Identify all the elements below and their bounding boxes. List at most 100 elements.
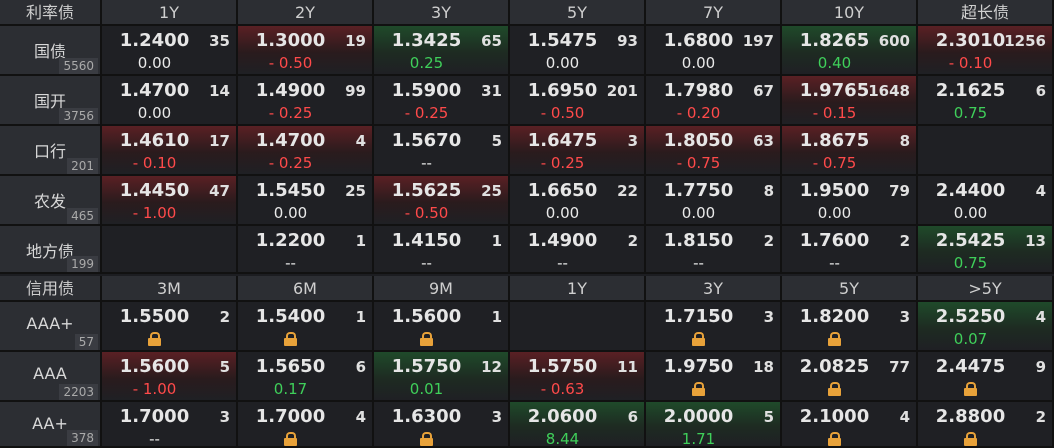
- change-value: - 0.10: [948, 54, 993, 72]
- rate_section-row-label[interactable]: 地方债 199: [0, 226, 102, 274]
- yield-value: 1.4900: [527, 230, 598, 251]
- volume-value: 9: [1035, 358, 1046, 376]
- quote-cell[interactable]: 1.5900 31 - 0.25: [374, 76, 510, 126]
- quote-cell[interactable]: 2.4475 9: [918, 352, 1054, 402]
- quote-cell[interactable]: 1.5670 5 --: [374, 126, 510, 176]
- credit_section-col-4[interactable]: 3Y: [646, 276, 782, 302]
- quote-cell[interactable]: 1.8050 63 - 0.75: [646, 126, 782, 176]
- yield-value: 1.6950: [527, 80, 598, 101]
- quote-cell[interactable]: 1.2400 35 0.00: [102, 26, 238, 76]
- credit_section-col-3[interactable]: 1Y: [510, 276, 646, 302]
- quote-cell[interactable]: 2.1000 4: [782, 402, 918, 448]
- quote-cell[interactable]: 1.7000 4: [238, 402, 374, 448]
- quote-cell[interactable]: 1.5400 1: [238, 302, 374, 352]
- rate_section-col-0[interactable]: 1Y: [102, 0, 238, 26]
- rate_section-col-1[interactable]: 2Y: [238, 0, 374, 26]
- volume-value: 22: [617, 182, 638, 200]
- credit_section-row-label[interactable]: AAA+ 57: [0, 302, 102, 352]
- rate_section-col-2[interactable]: 3Y: [374, 0, 510, 26]
- change-value: - 0.50: [404, 204, 449, 222]
- quote-cell[interactable]: 2.5425 13 0.75: [918, 226, 1054, 274]
- credit_section-col-6[interactable]: >5Y: [918, 276, 1054, 302]
- quote-cell[interactable]: 1.4450 47 - 1.00: [102, 176, 238, 226]
- quote-cell[interactable]: 1.5750 12 0.01: [374, 352, 510, 402]
- quote-cell[interactable]: 1.5450 25 0.00: [238, 176, 374, 226]
- quote-cell[interactable]: 1.4150 1 --: [374, 226, 510, 274]
- rate_section-row-label[interactable]: 国开 3756: [0, 76, 102, 126]
- quote-cell[interactable]: 1.8265 600 0.40: [782, 26, 918, 76]
- quote-cell[interactable]: 1.9750 18: [646, 352, 782, 402]
- lock-icon: [964, 432, 977, 446]
- quote-cell[interactable]: 1.4700 4 - 0.25: [238, 126, 374, 176]
- yield-value: 1.4700: [119, 80, 190, 101]
- quote-cell[interactable]: 1.5750 11 - 0.63: [510, 352, 646, 402]
- rate_section-col-3[interactable]: 5Y: [510, 0, 646, 26]
- quote-cell[interactable]: 2.0600 6 8.44: [510, 402, 646, 448]
- quote-cell[interactable]: 1.5650 6 0.17: [238, 352, 374, 402]
- credit_section-row-label[interactable]: AAA 2203: [0, 352, 102, 402]
- quote-cell[interactable]: 1.3425 65 0.25: [374, 26, 510, 76]
- yield-value: 1.8200: [799, 306, 870, 327]
- yield-value: 1.9500: [799, 180, 870, 201]
- volume-value: 600: [878, 32, 910, 50]
- quote-cell[interactable]: 2.1625 6 0.75: [918, 76, 1054, 126]
- quote-cell[interactable]: 1.4700 14 0.00: [102, 76, 238, 126]
- yield-value: 1.5400: [255, 306, 326, 327]
- rate_section-col-6[interactable]: 超长债: [918, 0, 1054, 26]
- change-value: 0.75: [953, 104, 988, 122]
- quote-cell[interactable]: 1.8150 2 --: [646, 226, 782, 274]
- quote-cell[interactable]: 1.5500 2: [102, 302, 238, 352]
- yield-value: 2.0825: [799, 356, 870, 377]
- quote-cell[interactable]: 1.7150 3: [646, 302, 782, 352]
- rate_section-row-label[interactable]: 农发 465: [0, 176, 102, 226]
- credit_section-col-2[interactable]: 9M: [374, 276, 510, 302]
- volume-value: 31: [481, 82, 502, 100]
- change-value: - 0.25: [268, 154, 313, 172]
- quote-cell[interactable]: 1.7980 67 - 0.20: [646, 76, 782, 126]
- quote-cell[interactable]: 1.5600 1: [374, 302, 510, 352]
- rate_section-col-5[interactable]: 10Y: [782, 0, 918, 26]
- yield-value: 1.7980: [663, 80, 734, 101]
- quote-cell[interactable]: 1.4900 2 --: [510, 226, 646, 274]
- quote-cell[interactable]: 1.4900 99 - 0.25: [238, 76, 374, 126]
- rate_section-col-4[interactable]: 7Y: [646, 0, 782, 26]
- quote-cell[interactable]: 1.5625 25 - 0.50: [374, 176, 510, 226]
- quote-cell[interactable]: 1.6300 3: [374, 402, 510, 448]
- quote-cell[interactable]: 1.3000 19 - 0.50: [238, 26, 374, 76]
- quote-cell[interactable]: 1.8200 3: [782, 302, 918, 352]
- quote-cell[interactable]: 1.9500 79 0.00: [782, 176, 918, 226]
- credit_section-col-5[interactable]: 5Y: [782, 276, 918, 302]
- quote-cell[interactable]: 1.5600 5 - 1.00: [102, 352, 238, 402]
- quote-cell[interactable]: 1.6950 201 - 0.50: [510, 76, 646, 126]
- quote-cell[interactable]: 1.6650 22 0.00: [510, 176, 646, 226]
- credit_section-col-0[interactable]: 3M: [102, 276, 238, 302]
- quote-cell[interactable]: 1.7000 3 --: [102, 402, 238, 448]
- quote-cell[interactable]: 1.8675 8 - 0.75: [782, 126, 918, 176]
- lock-icon: [964, 382, 977, 396]
- quote-cell[interactable]: 2.4400 4 0.00: [918, 176, 1054, 226]
- quote-cell[interactable]: 2.5250 4 0.07: [918, 302, 1054, 352]
- quote-cell: [102, 226, 238, 274]
- credit_section-col-1[interactable]: 6M: [238, 276, 374, 302]
- quote-cell[interactable]: 1.4610 17 - 0.10: [102, 126, 238, 176]
- quote-cell[interactable]: 2.8800 2: [918, 402, 1054, 448]
- quote-cell[interactable]: 1.6800 197 0.00: [646, 26, 782, 76]
- change-value: 0.00: [681, 204, 716, 222]
- quote-cell[interactable]: 2.0000 5 1.71: [646, 402, 782, 448]
- quote-cell[interactable]: 1.9765 1648- 0.15: [782, 76, 918, 126]
- yield-value: 1.6475: [527, 130, 598, 151]
- change-value: 0.00: [137, 104, 172, 122]
- quote-cell[interactable]: 1.5475 93 0.00: [510, 26, 646, 76]
- quote-cell[interactable]: 2.3010 1256- 0.10: [918, 26, 1054, 76]
- change-value: - 0.25: [268, 104, 313, 122]
- quote-cell[interactable]: 2.0825 77: [782, 352, 918, 402]
- rate_section-row-label[interactable]: 口行 201: [0, 126, 102, 176]
- quote-cell[interactable]: 1.6475 3 - 0.25: [510, 126, 646, 176]
- credit_section-row-label[interactable]: AA+ 378: [0, 402, 102, 448]
- rate_section-row-label[interactable]: 国债 5560: [0, 26, 102, 76]
- quote-cell[interactable]: 1.7750 8 0.00: [646, 176, 782, 226]
- volume-value: 2: [627, 232, 638, 250]
- change-value: 0.75: [953, 254, 988, 272]
- quote-cell[interactable]: 1.7600 2 --: [782, 226, 918, 274]
- quote-cell[interactable]: 1.2200 1 --: [238, 226, 374, 274]
